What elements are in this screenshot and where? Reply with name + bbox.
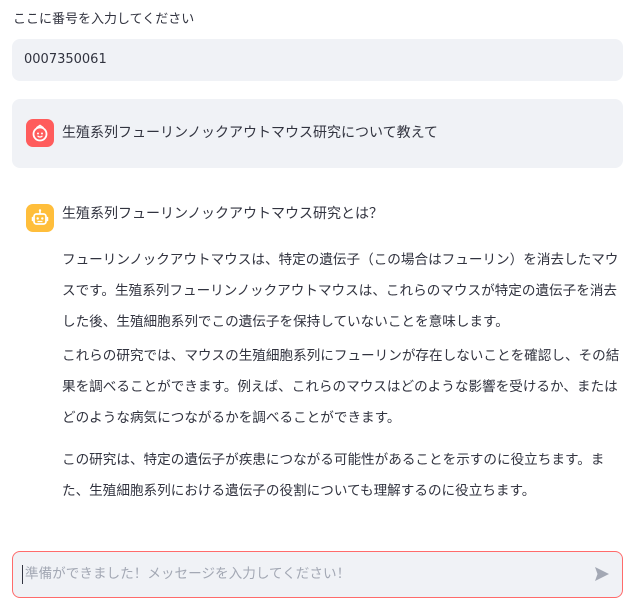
assistant-paragraph: この研究は、特定の遺伝子が疾患につながる可能性があることを示すのに役立ちます。ま… (62, 452, 605, 499)
robot-face-icon (26, 204, 54, 232)
number-input[interactable]: 0007350061 (12, 39, 623, 81)
assistant-paragraph: これらの研究では、マウスの生殖細胞系列にフューリンが存在しないことを確認し、その… (62, 348, 620, 426)
chat-input-placeholder: 準備ができました！メッセージを入力してください！ (25, 566, 351, 582)
assistant-paragraph: フューリンノックアウトマウスは、特定の遺伝子（この場合はフューリン）を消去したマ… (62, 252, 619, 330)
text-cursor (22, 565, 23, 584)
chat-input[interactable]: 準備ができました！メッセージを入力してください！ (12, 551, 623, 598)
user-face-icon (26, 119, 54, 147)
send-icon (595, 567, 609, 581)
chat-app: ここに番号を入力してください 0007350061 生殖系列フューリンノックアウ… (0, 0, 638, 604)
assistant-heading: 生殖系列フューリンノックアウトマウス研究とは？ (62, 206, 384, 222)
number-input-label: ここに番号を入力してください (13, 12, 195, 27)
user-message: 生殖系列フューリンノックアウトマウス研究について教えて (12, 99, 623, 168)
user-message-text: 生殖系列フューリンノックアウトマウス研究について教えて (62, 125, 438, 141)
send-button[interactable] (590, 562, 614, 586)
